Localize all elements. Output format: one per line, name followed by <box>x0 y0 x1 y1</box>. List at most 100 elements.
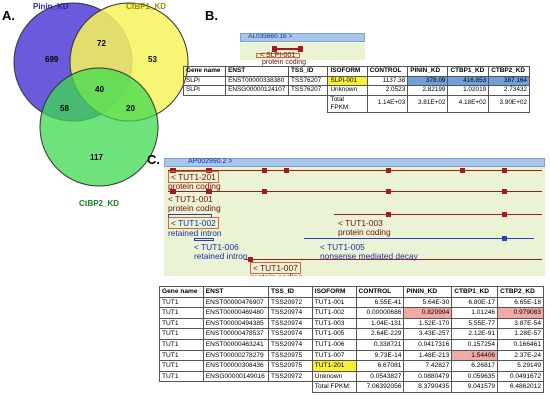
cell-control: 2.0523 <box>366 85 409 96</box>
total-control: 7.06392056 <box>355 381 405 393</box>
cell-enst: ENST00000494385 <box>202 317 269 330</box>
table-total-row: Total FPKM: 1.14E+03 3.81E+02 4.18E+02 3… <box>184 94 530 113</box>
cell-gene: TUT1 <box>159 317 204 330</box>
header-tss-id: TSS_ID <box>288 66 329 77</box>
cell-enst: ENST00000469480 <box>202 307 269 319</box>
header-pinin-kd: PININ_KD <box>407 66 449 77</box>
cell-control: 0.00000686 <box>355 307 405 319</box>
cell-ctbp2: 0.166461 <box>497 338 544 351</box>
header-ctbp1-kd: CTBP1_KD <box>451 286 499 298</box>
header-isoform: ISOFORM <box>311 286 357 298</box>
transcript-tut1-002[interactable]: < TUT1-002 <box>168 217 219 229</box>
cell-ctbp2: 2.73432 <box>488 85 530 96</box>
cell-pinin: 5.64E-30 <box>403 296 453 309</box>
cell-enst: ENST00000308436 <box>202 360 269 372</box>
cell-isoform: TUT1-201 <box>311 360 357 372</box>
cell-ctbp2: 0.979083 <box>497 307 544 319</box>
transcript-type: protein coding <box>168 203 221 213</box>
table-header-row: Gene name ENST TSS_ID ISOFORM CONTROL PI… <box>159 286 544 298</box>
cell-ctbp1: 1.02019 <box>447 85 490 96</box>
venn-label-pinin: Pinin_KD <box>33 2 69 11</box>
cell-gene: TUT1 <box>159 307 204 319</box>
cell-enst: ENST00000463241 <box>202 338 269 351</box>
cell-control: 2.64E-229 <box>355 328 405 340</box>
slpi-clone-label: AL035660.16 > <box>248 33 293 40</box>
cell-pinin: 3.43E-257 <box>403 328 453 340</box>
venn-count-pinin-ctbp2: 58 <box>60 104 69 113</box>
cell-tss: TSS20975 <box>267 349 313 362</box>
cell-gene: SLPI <box>182 85 227 96</box>
total-label: Total FPKM: <box>327 94 368 113</box>
tut1-genome-track: AP002990.2 > < TUT1-201 protein coding <… <box>164 158 545 276</box>
table-row: TUT1 ENST00000278279 TSS20975 TUT1-007 9… <box>159 349 544 362</box>
header-gene-name: Gene name <box>182 66 227 77</box>
cell-tss: TSS76207 <box>288 75 329 86</box>
header-ctbp2-kd: CTBP2_KD <box>488 66 530 77</box>
cell-gene: TUT1 <box>159 360 204 372</box>
cell-pinin: 1.48E-213 <box>403 349 453 362</box>
header-control: CONTROL <box>355 286 405 298</box>
cell-ctbp2: 3.87E-54 <box>497 317 544 330</box>
cell-tss: TSS20974 <box>267 328 313 340</box>
venn-count-all-three: 40 <box>95 85 104 94</box>
cell-isoform: TUT1-002 <box>311 307 357 319</box>
table-row: TUT1 ENSG00000149016 TSS20972 Unknown 0.… <box>159 370 544 383</box>
cell-gene: TUT1 <box>159 338 204 351</box>
header-control: CONTROL <box>366 66 409 77</box>
venn-count-pinin-only: 699 <box>45 55 59 64</box>
table-header-row: Gene name ENST TSS_ID ISOFORM CONTROL PI… <box>182 66 530 77</box>
cell-ctbp2: 5.29149 <box>497 360 544 372</box>
tut1-table: Gene name ENST TSS_ID ISOFORM CONTROL PI… <box>159 286 544 393</box>
header-ctbp1-kd: CTBP1_KD <box>447 66 490 77</box>
cell-tss: TSS20974 <box>267 317 313 330</box>
cell-isoform: SLPI-001 <box>327 75 368 86</box>
table-row: TUT1 ENST00000463241 TSS20974 TUT1-006 0… <box>159 338 544 351</box>
cell-pinin: 2.82199 <box>407 85 449 96</box>
header-isoform: ISOFORM <box>327 66 368 77</box>
header-tss-id: TSS_ID <box>267 286 313 298</box>
cell-isoform: Unknown <box>311 370 357 383</box>
cell-ctbp1: 6.26817 <box>451 360 499 372</box>
transcript-type: protein coding <box>338 227 391 237</box>
transcript-type: retained intron <box>168 228 222 238</box>
cell-ctbp1: 416.853 <box>447 75 490 86</box>
cell-isoform: TUT1-005 <box>311 328 357 340</box>
cell-enst: ENSG00000149016 <box>202 370 269 383</box>
transcript-type: retained intron <box>194 251 248 261</box>
header-pinin-kd: PININ_KD <box>403 286 453 298</box>
header-enst: ENST <box>225 66 290 77</box>
cell-pinin: 0.0417316 <box>403 338 453 351</box>
table-row: TUT1 ENST00000494385 TSS20974 TUT1-003 1… <box>159 317 544 330</box>
cell-ctbp2: 387.164 <box>488 75 530 86</box>
cell-ctbp2: 1.28E-57 <box>497 328 544 340</box>
cell-pinin: 7.42827 <box>403 360 453 372</box>
transcript-type: protein coding <box>250 273 303 277</box>
cell-ctbp1: 0.157254 <box>451 338 499 351</box>
venn-count-ctbp2-only: 117 <box>90 153 103 162</box>
cell-enst: ENST00000476907 <box>202 296 269 309</box>
venn-label-ctbp2: CtBP2_KD <box>79 199 119 208</box>
cell-gene: TUT1 <box>159 349 204 362</box>
total-ctbp1: 9.041579 <box>451 381 499 393</box>
cell-pinin: 0.820994 <box>403 307 453 319</box>
cell-tss: TSS20972 <box>267 296 313 309</box>
cell-control: 1.04E-131 <box>355 317 405 330</box>
panel-c-label: C. <box>147 152 160 167</box>
cell-ctbp2: 6.65E-18 <box>497 296 544 309</box>
table-row: SLPI ENSG00000124107 TSS76207 Unknown 2.… <box>182 85 530 96</box>
header-ctbp2-kd: CTBP2_KD <box>497 286 544 298</box>
slpi-genome-track: AL035660.16 > < SLPI-001 protein coding <box>240 33 365 66</box>
cell-control: 6.55E-41 <box>355 296 405 309</box>
cell-ctbp1: 2.12E-91 <box>451 328 499 340</box>
cell-isoform: TUT1-006 <box>311 338 357 351</box>
total-label: Total FPKM: <box>311 381 357 393</box>
cell-isoform: TUT1-003 <box>311 317 357 330</box>
cell-control: 6.67081 <box>355 360 405 372</box>
cell-enst: ENSG00000124107 <box>225 85 290 96</box>
cell-tss: TSS20974 <box>267 338 313 351</box>
cell-pinin: 0.0880479 <box>403 370 453 383</box>
table-total-row: Total FPKM: 7.06392056 8.3790435 9.04157… <box>160 381 544 393</box>
cell-ctbp2: 2.37E-24 <box>497 349 544 362</box>
cell-pinin: 1.52E-170 <box>403 317 453 330</box>
transcript-type: nonsense mediated decay <box>320 251 418 261</box>
